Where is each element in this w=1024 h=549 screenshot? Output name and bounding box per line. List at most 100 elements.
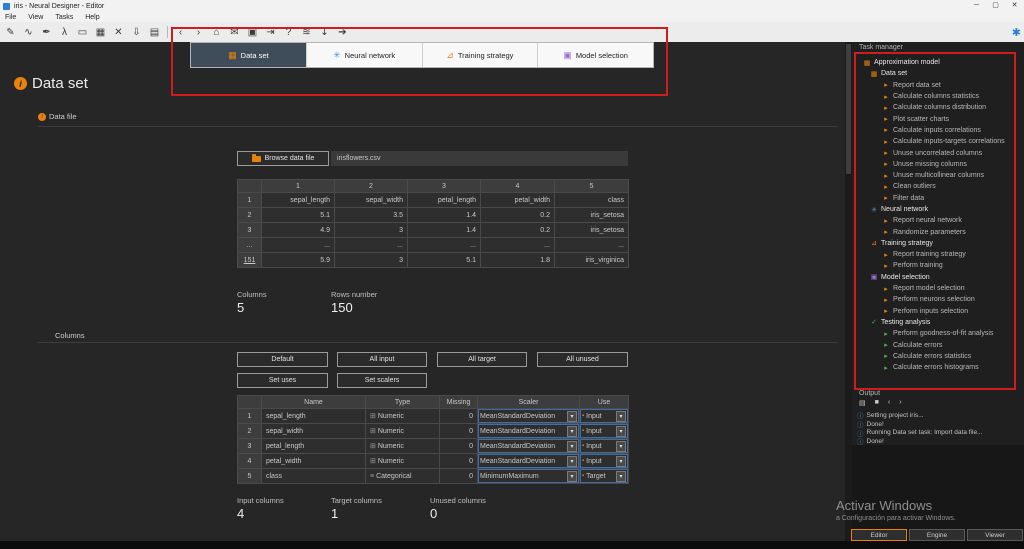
column-name-cell[interactable]: petal_width xyxy=(262,454,366,469)
col-header-use[interactable]: Use xyxy=(580,396,629,409)
prev-icon[interactable]: ‹ xyxy=(888,399,890,407)
col-header[interactable]: 2 xyxy=(335,180,408,193)
scrollbar-thumb[interactable] xyxy=(846,44,851,174)
chevron-down-icon[interactable]: ▾ xyxy=(616,426,626,437)
column-name-cell[interactable]: class xyxy=(262,469,366,484)
chevron-down-icon[interactable]: ▾ xyxy=(567,426,577,437)
menu-view[interactable]: View xyxy=(28,14,43,21)
row-index[interactable]: 2 xyxy=(238,208,262,223)
close-button[interactable]: ✕ xyxy=(1005,0,1024,12)
export-icon[interactable]: ⇥ xyxy=(265,27,276,38)
chevron-down-icon[interactable]: ▾ xyxy=(616,471,626,482)
chevron-down-icon[interactable]: ▾ xyxy=(616,411,626,422)
all-target-button[interactable]: All target xyxy=(437,352,527,367)
use-dropdown[interactable]: ▪Input▾ xyxy=(580,439,629,454)
use-dropdown[interactable]: ▪Input▾ xyxy=(580,454,629,469)
task-item[interactable]: ▸Perform goodness-of-fit analysis xyxy=(855,328,1019,339)
use-dropdown[interactable]: ▪Target▾ xyxy=(580,469,629,484)
task-group-testing-analysis[interactable]: ✓Testing analysis xyxy=(855,317,1019,328)
rectangle-icon[interactable]: ▭ xyxy=(77,27,88,38)
browse-data-file-button[interactable]: Browse data file xyxy=(237,151,329,166)
task-item[interactable]: ▸Report model selection xyxy=(855,283,1019,294)
chevron-down-icon[interactable]: ▾ xyxy=(567,456,577,467)
viewer-tab[interactable]: Viewer xyxy=(967,529,1023,541)
task-item[interactable]: ▸Randomize parameters xyxy=(855,226,1019,237)
row-index[interactable]: 4 xyxy=(238,454,262,469)
pen-icon[interactable]: ✒ xyxy=(41,27,52,38)
task-item[interactable]: ▸Perform inputs selection xyxy=(855,306,1019,317)
task-group-model-selection[interactable]: ▣Model selection xyxy=(855,272,1019,283)
editor-tab[interactable]: Editor xyxy=(851,529,907,541)
missing-cell[interactable]: 0 xyxy=(440,409,478,424)
chevron-down-icon[interactable]: ▾ xyxy=(567,411,577,422)
minimize-button[interactable]: ─ xyxy=(967,0,986,12)
row-index[interactable]: 151 xyxy=(238,253,262,268)
task-item[interactable]: ▸Report data set xyxy=(855,80,1019,91)
missing-cell[interactable]: 0 xyxy=(440,469,478,484)
task-item[interactable]: ▸Perform training xyxy=(855,260,1019,271)
app-notification-icon[interactable]: ✱ xyxy=(1012,26,1021,39)
all-unused-button[interactable]: All unused xyxy=(537,352,628,367)
report-icon[interactable]: ▤ xyxy=(149,27,160,38)
task-item[interactable]: ▸Calculate columns statistics xyxy=(855,91,1019,102)
message-icon[interactable]: ✉ xyxy=(229,27,240,38)
chevron-down-icon[interactable]: ▾ xyxy=(616,456,626,467)
row-index[interactable]: 5 xyxy=(238,469,262,484)
tab-data-set[interactable]: ▦Data set xyxy=(191,43,307,67)
task-item[interactable]: ▸Calculate errors statistics xyxy=(855,351,1019,362)
function-icon[interactable]: λ xyxy=(59,27,70,38)
task-item[interactable]: ▸Unuse uncorrelated columns xyxy=(855,147,1019,158)
task-item[interactable]: ▸Report neural network xyxy=(855,215,1019,226)
all-input-button[interactable]: All input xyxy=(337,352,427,367)
chevron-down-icon[interactable]: ▾ xyxy=(616,441,626,452)
scaler-dropdown[interactable]: MeanStandardDeviation▾ xyxy=(478,409,580,424)
row-index[interactable]: 2 xyxy=(238,424,262,439)
task-item[interactable]: ▸Calculate errors histograms xyxy=(855,362,1019,373)
task-group-training-strategy[interactable]: ⊿Training strategy xyxy=(855,238,1019,249)
task-item[interactable]: ▸Clean outliers xyxy=(855,181,1019,192)
menu-file[interactable]: File xyxy=(5,14,16,21)
download-icon[interactable]: ↧ xyxy=(319,27,330,38)
missing-cell[interactable]: 0 xyxy=(440,454,478,469)
tab-training-strategy[interactable]: ⊿Training strategy xyxy=(423,43,539,67)
data-file-name-field[interactable]: irisflowers.csv xyxy=(331,151,628,166)
scaler-dropdown[interactable]: MeanStandardDeviation▾ xyxy=(478,454,580,469)
row-index[interactable]: 3 xyxy=(238,439,262,454)
col-header-name[interactable]: Name xyxy=(262,396,366,409)
pencil-icon[interactable]: ✎ xyxy=(5,27,16,38)
tab-neural-network[interactable]: ✳Neural network xyxy=(307,43,423,67)
task-group-neural-network[interactable]: ✳Neural network xyxy=(855,204,1019,215)
column-name-cell[interactable]: sepal_length xyxy=(262,409,366,424)
forward-icon[interactable]: › xyxy=(193,27,204,38)
col-header[interactable]: 5 xyxy=(555,180,629,193)
image-icon[interactable]: ▣ xyxy=(247,27,258,38)
column-type-cell[interactable]: ⊞Numeric xyxy=(366,409,440,424)
next-icon[interactable]: › xyxy=(899,399,901,407)
task-item[interactable]: ▸Report training strategy xyxy=(855,249,1019,260)
vertical-scrollbar[interactable] xyxy=(845,42,852,549)
grid-icon[interactable]: ▦ xyxy=(95,27,106,38)
column-type-cell[interactable]: ⊞Numeric xyxy=(366,424,440,439)
col-header-scaler[interactable]: Scaler xyxy=(478,396,580,409)
task-item[interactable]: ▸Unuse multicollinear columns xyxy=(855,170,1019,181)
menu-tasks[interactable]: Tasks xyxy=(55,14,73,21)
scaler-dropdown[interactable]: MeanStandardDeviation▾ xyxy=(478,439,580,454)
row-index[interactable]: 3 xyxy=(238,223,262,238)
task-item[interactable]: ▸Calculate errors xyxy=(855,339,1019,350)
column-type-cell[interactable]: ⊞Numeric xyxy=(366,454,440,469)
row-index[interactable]: 1 xyxy=(238,409,262,424)
help-icon[interactable]: ? xyxy=(283,27,294,38)
task-root-approximation-model[interactable]: ▦Approximation model xyxy=(855,57,1019,68)
log-icon[interactable]: ▤ xyxy=(859,399,866,407)
set-scalers-button[interactable]: Set scalers xyxy=(337,373,427,388)
use-dropdown[interactable]: ▪Input▾ xyxy=(580,409,629,424)
set-uses-button[interactable]: Set uses xyxy=(237,373,328,388)
column-name-cell[interactable]: petal_length xyxy=(262,439,366,454)
col-header[interactable]: 1 xyxy=(262,180,335,193)
task-item[interactable]: ▸Perform neurons selection xyxy=(855,294,1019,305)
menu-help[interactable]: Help xyxy=(85,14,99,21)
signal-icon[interactable]: ≋ xyxy=(301,27,312,38)
task-item[interactable]: ▸Calculate columns distribution xyxy=(855,102,1019,113)
scaler-dropdown[interactable]: MeanStandardDeviation▾ xyxy=(478,424,580,439)
scaler-dropdown[interactable]: MinimumMaximum▾ xyxy=(478,469,580,484)
